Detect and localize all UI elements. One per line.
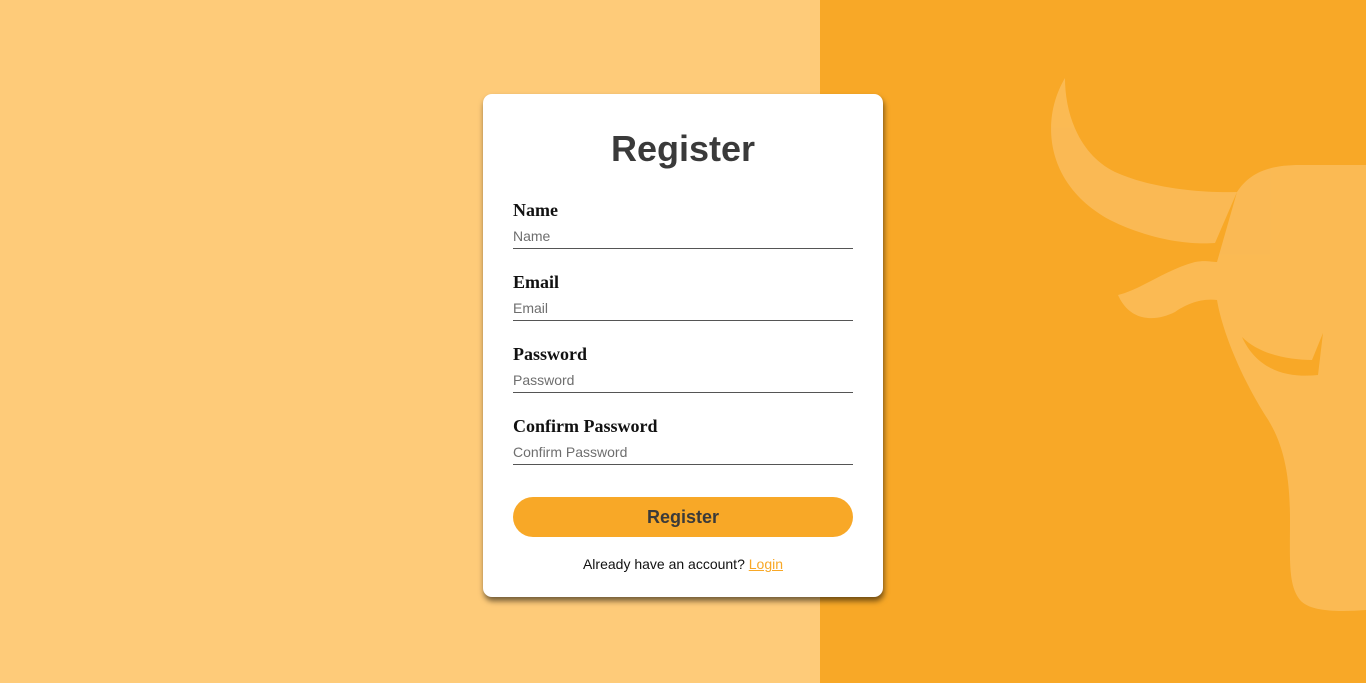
email-input[interactable] [513, 295, 853, 321]
form-title: Register [610, 128, 756, 169]
confirm-password-input[interactable] [513, 439, 853, 465]
password-label: Password [513, 344, 588, 364]
password-input[interactable] [513, 367, 853, 393]
name-label: Name [513, 200, 558, 220]
name-field-group: Name [513, 200, 853, 249]
login-prompt-text: Already have an account? [582, 556, 745, 572]
confirm-password-label: Confirm Password [513, 416, 658, 436]
confirm-password-field-group: Confirm Password [513, 416, 853, 465]
email-label: Email [513, 272, 560, 292]
login-prompt: Already have an account? Login [483, 556, 883, 572]
bull-head-icon [1051, 78, 1366, 611]
email-field-group: Email [513, 272, 853, 321]
background-right-panel [820, 0, 1366, 683]
login-link[interactable]: Login [749, 556, 783, 572]
password-field-group: Password [513, 344, 853, 393]
register-button[interactable]: Register [513, 497, 853, 537]
register-card: Register Name Email Password Confirm Pas… [483, 94, 883, 597]
name-input[interactable] [513, 223, 853, 249]
